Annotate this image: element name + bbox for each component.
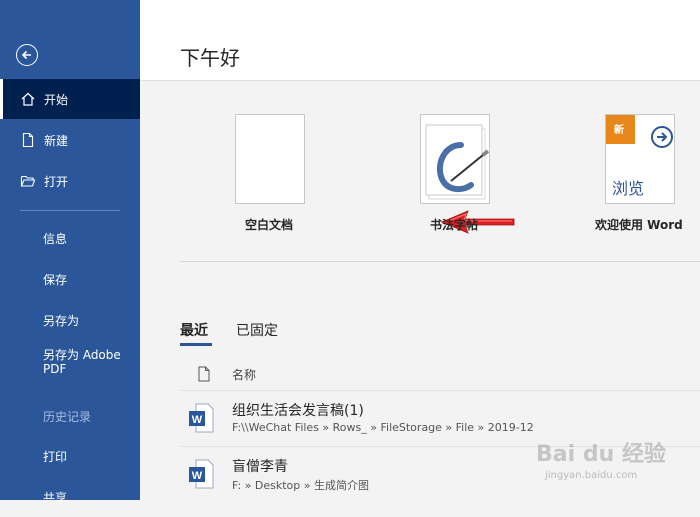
word-document-icon: W <box>189 403 214 433</box>
template-blank-document[interactable] <box>235 114 305 204</box>
tab-recent[interactable]: 最近 <box>180 320 208 340</box>
column-header-name[interactable]: 名称 <box>232 366 256 383</box>
header: 下午好 <box>140 0 700 81</box>
sidebar-item-label: 打印 <box>43 449 68 464</box>
baidu-watermark-url: jingyan.baidu.com <box>545 470 638 481</box>
svg-text:W: W <box>192 470 203 482</box>
sidebar-item-info[interactable]: 信息 <box>0 218 140 258</box>
new-badge-text: 新 <box>614 125 624 136</box>
sidebar-item-new[interactable]: 新建 <box>0 120 140 160</box>
row-separator <box>180 390 700 391</box>
template-calligraphy[interactable] <box>420 114 490 204</box>
sidebar-item-label: 另存为 <box>43 313 80 328</box>
calligraphy-brush-icon <box>425 124 489 200</box>
arrow-circle-icon <box>651 126 673 148</box>
home-icon <box>20 91 36 107</box>
tour-browse-text: 浏览 <box>612 179 645 198</box>
sidebar-item-print[interactable]: 打印 <box>0 436 140 476</box>
document-title: 组织生活会发言稿(1) <box>232 403 364 419</box>
sidebar-item-home[interactable]: 开始 <box>0 79 140 119</box>
sidebar-item-label: 打开 <box>44 174 69 189</box>
backstage-main: 下午好 空白文档 书法字帖 新 浏览 欢迎使用 Word 最近 已固定 名称 W… <box>140 0 700 500</box>
sidebar-item-open[interactable]: 打开 <box>0 161 140 201</box>
sidebar-item-label: 新建 <box>44 133 69 148</box>
sidebar-item-share[interactable]: 共享 <box>0 477 140 517</box>
sidebar-divider <box>20 210 120 211</box>
sidebar-item-label: 历史记录 <box>43 409 92 424</box>
sidebar-item-save-as-pdf[interactable]: 另存为 Adobe PDF <box>0 348 140 388</box>
sidebar-item-save[interactable]: 保存 <box>0 259 140 299</box>
template-welcome-word[interactable]: 新 浏览 <box>605 114 675 204</box>
template-label[interactable]: 书法字帖 <box>430 216 478 233</box>
sidebar-item-label: 共享 <box>43 490 68 505</box>
open-folder-icon <box>20 173 36 189</box>
sidebar-item-label: 保存 <box>43 272 68 287</box>
sidebar-item-label: 信息 <box>43 231 68 246</box>
tab-pinned[interactable]: 已固定 <box>236 320 278 340</box>
svg-text:W: W <box>192 414 203 426</box>
baidu-watermark: Bai du 经验 <box>536 442 666 467</box>
backstage-sidebar: 开始 新建 打开 信息 保存 另存为 另存为 Adobe PDF 历史记录 打印… <box>0 0 140 505</box>
sidebar-item-save-as[interactable]: 另存为 <box>0 300 140 340</box>
section-divider <box>180 261 700 262</box>
sidebar-item-label: 另存为 Adobe PDF <box>43 348 121 376</box>
new-document-icon <box>20 132 36 148</box>
sidebar-item-history[interactable]: 历史记录 <box>0 396 140 436</box>
tab-active-indicator <box>180 343 212 346</box>
document-title: 盲僧李青 <box>232 459 288 475</box>
sidebar-item-label: 开始 <box>44 92 69 107</box>
template-label[interactable]: 欢迎使用 Word <box>595 216 683 233</box>
template-label[interactable]: 空白文档 <box>245 216 293 233</box>
back-arrow-icon[interactable] <box>16 44 38 66</box>
word-document-icon: W <box>189 459 214 489</box>
document-path: F:\\WeChat Files » Rows_ » FileStorage »… <box>232 421 534 434</box>
file-column-icon <box>198 366 210 382</box>
page-title: 下午好 <box>180 46 240 70</box>
document-path: F: » Desktop » 生成简介图 <box>232 479 369 492</box>
